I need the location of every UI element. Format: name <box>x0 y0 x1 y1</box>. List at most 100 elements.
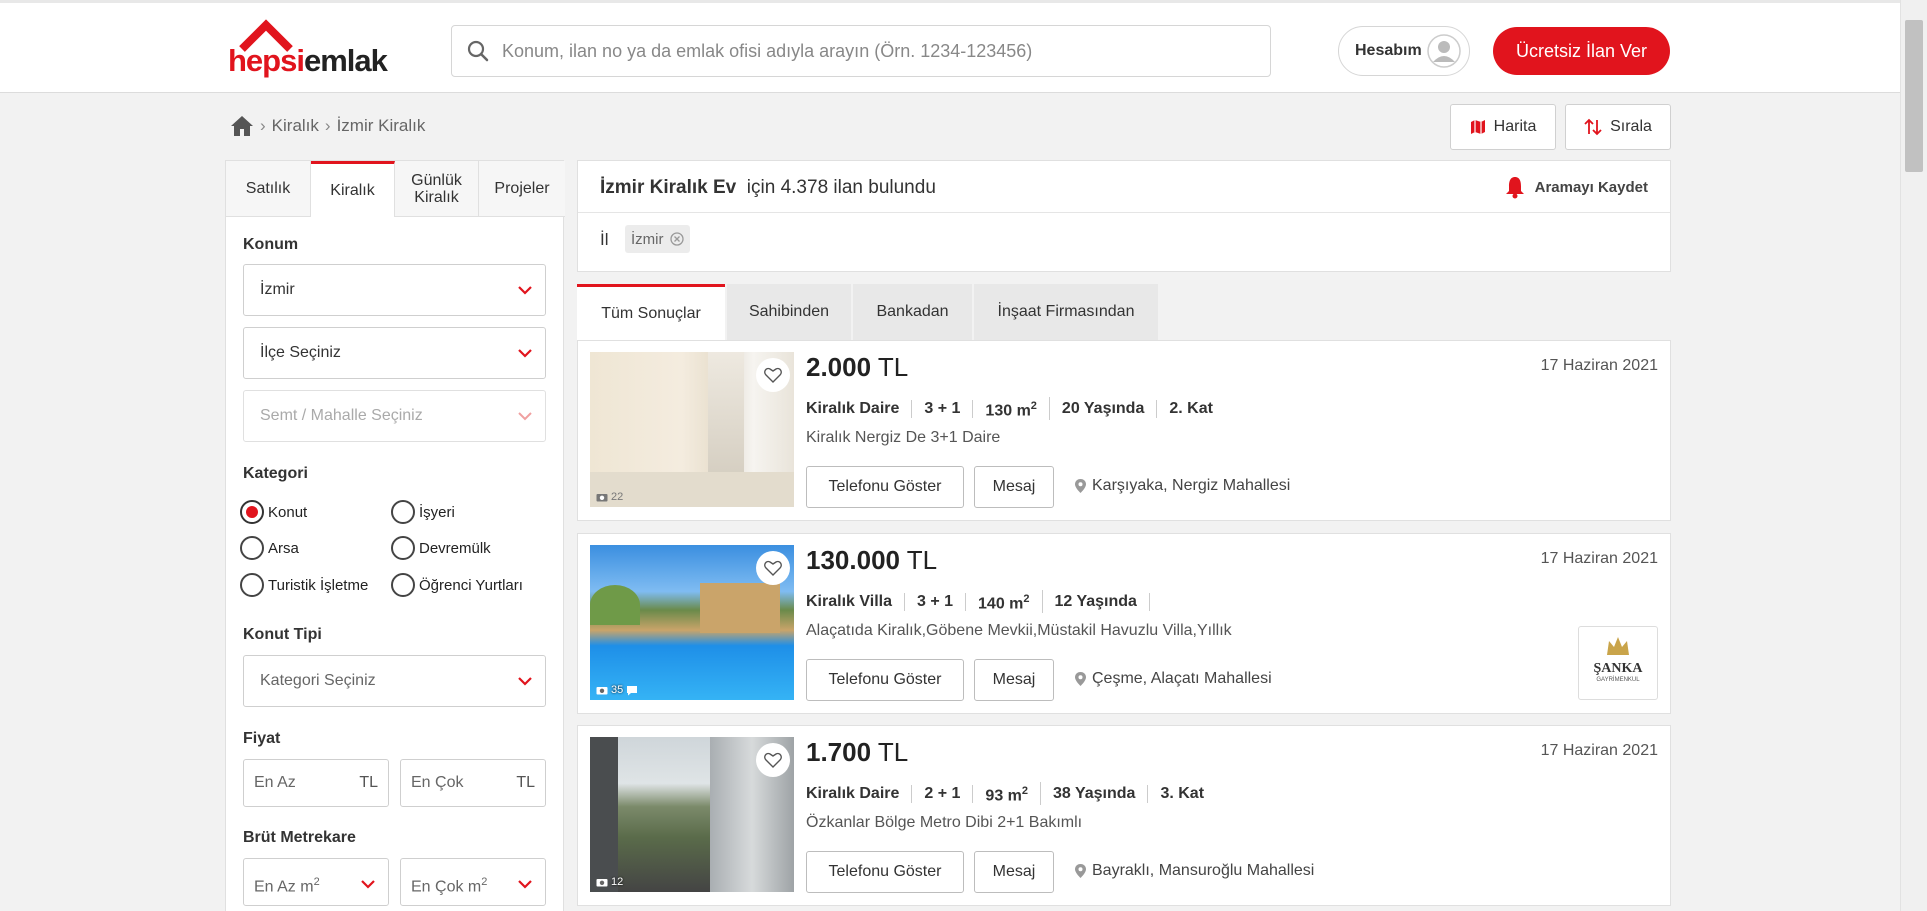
district-placeholder: İlçe Seçiniz <box>260 344 341 361</box>
map-icon <box>1470 120 1485 134</box>
photo-wall <box>590 737 618 892</box>
district-select[interactable]: İlçe Seçiniz <box>243 327 546 379</box>
listing-photo[interactable]: 12 <box>590 737 794 892</box>
listing-title[interactable]: Özkanlar Bölge Metro Dibi 2+1 Bakımlı <box>806 814 1082 832</box>
listing-specs: Kiralık Villa 3 + 1 140 m2 12 Yaşında <box>806 590 1163 614</box>
area-min-select[interactable]: En Az m2 <box>243 858 389 906</box>
home-icon[interactable] <box>230 115 254 137</box>
listing-card[interactable]: 12 1.700 TL 17 Haziran 2021 Kiralık Dair… <box>577 725 1671 906</box>
breadcrumb: › Kiralık › İzmir Kiralık <box>230 114 425 138</box>
photo-count-value: 35 <box>611 684 624 696</box>
housing-type-select[interactable]: Kategori Seçiniz <box>243 655 546 707</box>
favorite-heart-icon[interactable] <box>756 551 790 585</box>
message-button[interactable]: Mesaj <box>974 851 1054 893</box>
radio-label: Öğrenci Yurtları <box>419 576 523 594</box>
radio-button[interactable] <box>240 536 264 560</box>
filter-chip-izmir[interactable]: İzmir <box>625 225 690 253</box>
location-label: Konum <box>243 236 299 253</box>
show-phone-button[interactable]: Telefonu Göster <box>806 659 964 701</box>
tab-kiralik[interactable]: Kiralık <box>311 161 395 217</box>
tab-projeler[interactable]: Projeler <box>479 161 565 217</box>
price-max-input[interactable]: En Çok TL <box>400 759 546 807</box>
filter-chip-label: İzmir <box>631 230 664 248</box>
listing-card[interactable]: 35 130.000 TL 17 Haziran 2021 Kiralık Vi… <box>577 533 1671 714</box>
chat-bubble-icon <box>627 685 638 695</box>
show-phone-button[interactable]: Telefonu Göster <box>806 466 964 508</box>
radio-devremulk[interactable]: Devremülk <box>391 536 491 560</box>
search-input[interactable] <box>502 26 1262 76</box>
camera-icon <box>596 879 608 887</box>
agency-crown-icon <box>1607 637 1629 655</box>
agency-logo[interactable]: ŞANKA GAYRİMENKUL <box>1578 626 1658 700</box>
results-title: İzmir Kiralık Ev için 4.378 ilan bulundu <box>600 177 936 199</box>
favorite-heart-icon[interactable] <box>756 743 790 777</box>
city-select[interactable]: İzmir <box>243 264 546 316</box>
search-box[interactable] <box>451 25 1271 77</box>
currency-unit: TL <box>516 774 535 791</box>
map-button[interactable]: Harita <box>1450 104 1556 150</box>
message-button[interactable]: Mesaj <box>974 466 1054 508</box>
divider <box>578 212 1670 213</box>
price-min-input[interactable]: En Az TL <box>243 759 389 807</box>
listing-title[interactable]: Alaçatıda Kiralık,Göbene Mevkii,Müstakil… <box>806 622 1232 640</box>
tab-gunluk-kiralik[interactable]: Günlük Kiralık <box>395 161 479 217</box>
housing-type-placeholder: Kategori Seçiniz <box>260 672 376 689</box>
account-button[interactable]: Hesabım <box>1338 26 1470 76</box>
listing-photo[interactable]: 22 <box>590 352 794 507</box>
area-unit-sup: 2 <box>313 876 320 888</box>
favorite-heart-icon[interactable] <box>756 358 790 392</box>
search-icon <box>467 40 489 62</box>
radio-button[interactable] <box>391 500 415 524</box>
tab-all-results[interactable]: Tüm Sonuçlar <box>577 284 725 340</box>
message-button[interactable]: Mesaj <box>974 659 1054 701</box>
logo-text-hepsi: hepsi <box>228 43 305 78</box>
price-max-placeholder: En Çok <box>411 774 464 791</box>
radio-ogrenci-yurtlari[interactable]: Öğrenci Yurtları <box>391 573 523 597</box>
radio-isyeri[interactable]: İşyeri <box>391 500 455 524</box>
location-pin-icon <box>1075 672 1086 686</box>
camera-icon <box>596 687 608 695</box>
chevron-down-icon <box>518 880 532 889</box>
spec-type: Kiralık Daire <box>806 784 913 803</box>
radio-button-selected[interactable] <box>240 500 264 524</box>
tab-construction-company[interactable]: İnşaat Firmasından <box>974 284 1158 340</box>
site-logo[interactable]: hepsiemlak hepsiemlak <box>228 19 388 79</box>
remove-chip-icon[interactable] <box>669 232 684 246</box>
spec-area-value: 130 m <box>985 402 1031 420</box>
listing-date: 17 Haziran 2021 <box>1540 742 1658 759</box>
neighborhood-select[interactable]: Semt / Mahalle Seçiniz <box>243 390 546 442</box>
chevron-down-icon <box>518 677 532 686</box>
tab-bank[interactable]: Bankadan <box>853 284 972 340</box>
price-currency: TL <box>877 352 909 382</box>
price-value: 2.000 <box>806 352 872 382</box>
radio-button[interactable] <box>391 536 415 560</box>
show-phone-button[interactable]: Telefonu Göster <box>806 851 964 893</box>
spec-area-value: 93 m <box>985 787 1022 805</box>
tab-satilik[interactable]: Satılık <box>226 161 311 217</box>
save-search-button[interactable]: Aramayı Kaydet <box>1505 175 1648 199</box>
scrollbar-thumb[interactable] <box>1905 20 1923 172</box>
post-free-ad-button[interactable]: Ücretsiz İlan Ver <box>1493 27 1670 75</box>
location-pin-icon <box>1075 864 1086 878</box>
listing-photo[interactable]: 35 <box>590 545 794 700</box>
save-search-label: Aramayı Kaydet <box>1534 178 1648 196</box>
tab-owner[interactable]: Sahibinden <box>727 284 851 340</box>
radio-button[interactable] <box>240 573 264 597</box>
radio-konut[interactable]: Konut <box>240 500 307 524</box>
sort-button[interactable]: Sırala <box>1565 104 1671 150</box>
page-scrollbar[interactable] <box>1900 0 1927 911</box>
area-max-select[interactable]: En Çok m2 <box>400 858 546 906</box>
photo-count-value: 22 <box>611 491 624 503</box>
listing-title[interactable]: Kiralık Nergiz De 3+1 Daire <box>806 429 1000 447</box>
radio-button[interactable] <box>391 573 415 597</box>
spec-area-sup: 2 <box>1030 400 1037 412</box>
listing-card[interactable]: 22 2.000 TL 17 Haziran 2021 Kiralık Dair… <box>577 340 1671 521</box>
listing-date: 17 Haziran 2021 <box>1540 550 1658 567</box>
photo-villa <box>700 583 780 633</box>
breadcrumb-item-izmir-kiralik[interactable]: İzmir Kiralık <box>337 116 426 136</box>
photo-count: 12 <box>596 876 623 888</box>
radio-turistik-isletme[interactable]: Turistik İşletme <box>240 573 368 597</box>
area-min-placeholder: En Az m <box>254 878 314 896</box>
radio-arsa[interactable]: Arsa <box>240 536 299 560</box>
breadcrumb-item-kiralik[interactable]: Kiralık <box>272 116 319 136</box>
